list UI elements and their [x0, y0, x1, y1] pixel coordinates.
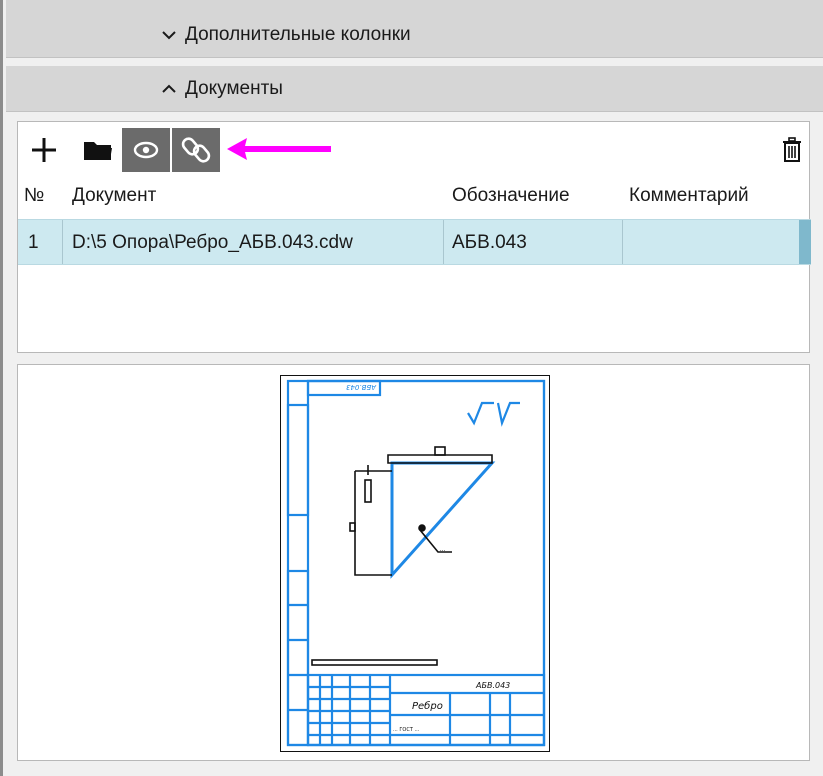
link-icon — [181, 137, 211, 163]
cell-document: D:\5 Опора\Ребро_АБВ.043.cdw — [72, 232, 353, 253]
drawing-name-text: Ребро — [412, 700, 443, 712]
document-preview-panel: АБВ.043 АБВ.043 Ребро ... ГОСТ ... ... — [17, 364, 810, 761]
section-extra-columns[interactable]: Дополнительные колонки — [6, 12, 823, 58]
table-header: № Документ Обозначение Комментарий — [18, 177, 809, 217]
chevron-up-icon — [162, 84, 176, 93]
drawing-code-text: АБВ.043 — [475, 681, 510, 690]
cell-separator — [62, 220, 63, 264]
leader-note-text: ... — [440, 546, 446, 553]
cell-separator — [622, 220, 623, 264]
add-document-button[interactable] — [22, 128, 66, 172]
delete-document-button[interactable] — [774, 128, 810, 172]
section-documents[interactable]: Документы — [6, 66, 823, 112]
table-row[interactable]: 1 D:\5 Опора\Ребро_АБВ.043.cdw АБВ.043 — [18, 219, 811, 265]
view-document-button[interactable] — [122, 128, 170, 172]
folder-icon — [84, 142, 112, 160]
chevron-down-icon — [162, 31, 176, 40]
section-documents-label: Документы — [185, 78, 283, 99]
cell-number: 1 — [28, 232, 39, 253]
cell-separator — [443, 220, 444, 264]
column-header-document[interactable]: Документ — [72, 185, 156, 207]
material-text: ... ГОСТ ... — [393, 727, 420, 733]
documents-toolbar — [18, 122, 809, 172]
plus-icon — [32, 138, 56, 162]
panel-top-strip — [6, 0, 823, 12]
open-folder-button[interactable] — [76, 128, 120, 172]
inverted-stamp-text: АБВ.043 — [346, 383, 377, 391]
documents-panel: № Документ Обозначение Комментарий 1 D:\… — [17, 121, 811, 353]
link-document-button[interactable] — [172, 128, 220, 172]
column-header-comment[interactable]: Комментарий — [629, 185, 749, 207]
section-extra-columns-label: Дополнительные колонки — [185, 24, 411, 45]
callout-arrow — [227, 138, 331, 160]
column-header-number[interactable]: № — [24, 185, 44, 207]
cell-designation: АБВ.043 — [452, 232, 527, 253]
eye-icon — [133, 141, 159, 159]
trash-icon — [783, 137, 801, 162]
row-scroll-marker — [799, 220, 811, 264]
drawing-thumbnail[interactable]: АБВ.043 АБВ.043 Ребро ... ГОСТ ... ... — [280, 375, 550, 752]
column-header-designation[interactable]: Обозначение — [452, 185, 570, 207]
